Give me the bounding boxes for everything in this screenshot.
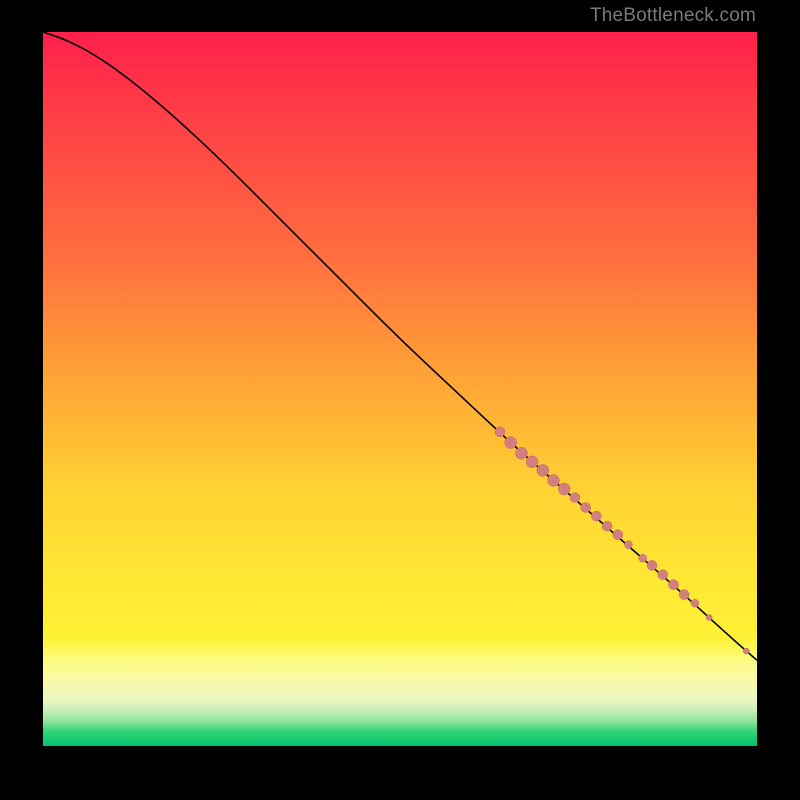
data-point	[581, 503, 591, 513]
chart-stage: TheBottleneck.com	[0, 0, 800, 800]
data-point	[548, 474, 560, 486]
data-point	[558, 483, 570, 495]
data-point	[668, 580, 678, 590]
data-point	[639, 554, 647, 562]
data-point	[495, 427, 505, 437]
data-point	[505, 437, 517, 449]
data-point	[537, 464, 549, 476]
data-point	[515, 447, 527, 459]
data-point	[602, 521, 612, 531]
chart-overlay	[43, 32, 757, 746]
data-point	[743, 648, 749, 654]
data-point	[613, 530, 623, 540]
data-point	[647, 560, 657, 570]
data-point	[679, 590, 689, 600]
data-point	[526, 456, 538, 468]
data-point	[624, 541, 632, 549]
data-point	[691, 599, 699, 607]
watermark-text: TheBottleneck.com	[590, 5, 756, 27]
data-point	[570, 493, 580, 503]
data-point	[658, 570, 668, 580]
data-point	[706, 614, 712, 620]
data-point	[591, 511, 601, 521]
